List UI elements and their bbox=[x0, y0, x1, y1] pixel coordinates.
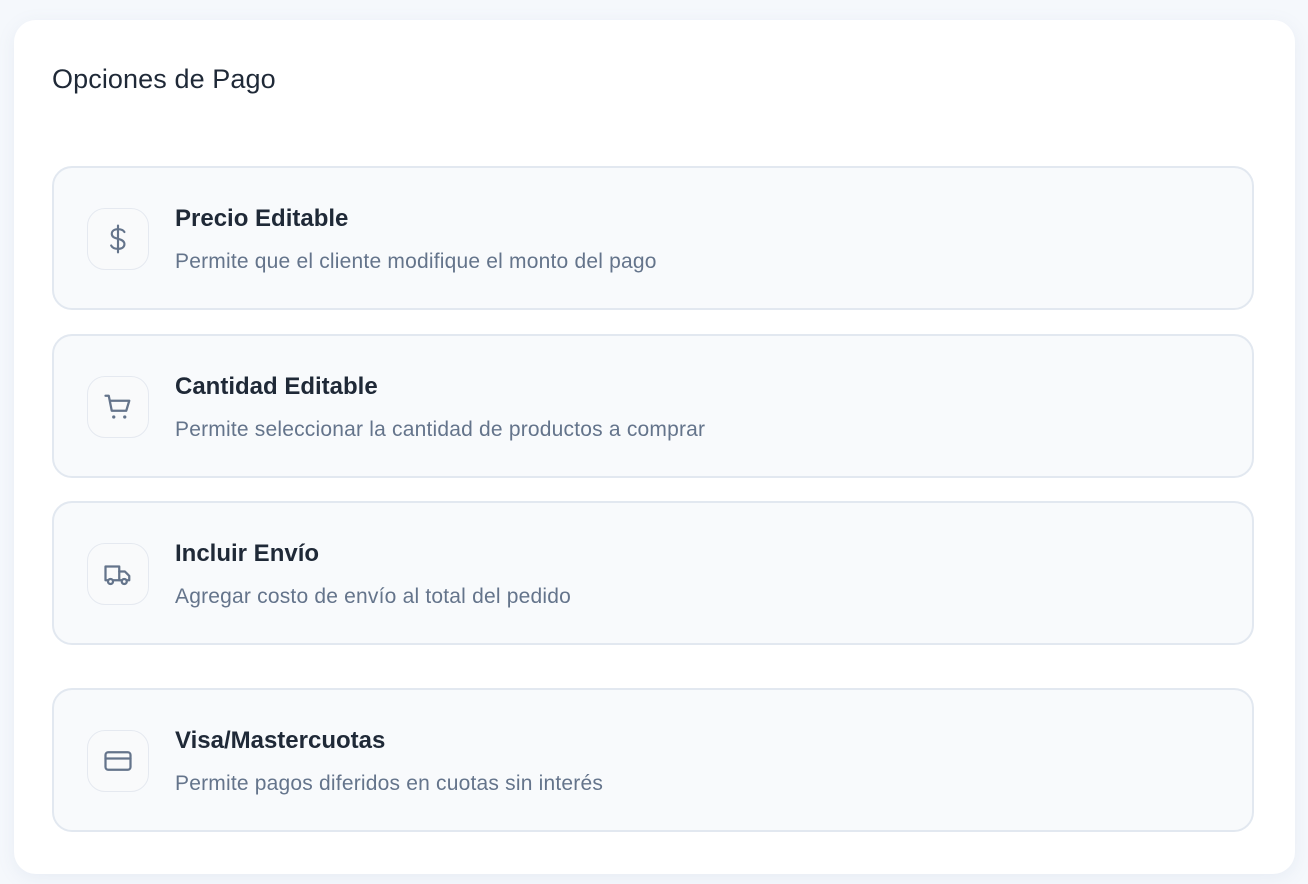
truck-icon bbox=[87, 543, 149, 605]
payment-options-card: Opciones de Pago Precio Editable Permite… bbox=[14, 20, 1295, 874]
option-title: Incluir Envío bbox=[175, 540, 320, 567]
option-description: Permite pagos diferidos en cuotas sin in… bbox=[175, 772, 604, 795]
page: Opciones de Pago Precio Editable Permite… bbox=[0, 0, 1308, 884]
option-description: Permite que el cliente modifique el mont… bbox=[175, 250, 657, 273]
option-cantidad-editable[interactable]: Cantidad Editable Permite seleccionar la… bbox=[52, 334, 1254, 478]
credit-card-icon bbox=[87, 730, 149, 792]
option-precio-editable[interactable]: Precio Editable Permite que el cliente m… bbox=[52, 166, 1254, 310]
dollar-icon bbox=[87, 208, 149, 270]
card-title: Opciones de Pago bbox=[52, 64, 276, 94]
option-title: Visa/Mastercuotas bbox=[175, 727, 386, 754]
option-visa-mastercuotas[interactable]: Visa/Mastercuotas Permite pagos diferido… bbox=[52, 688, 1254, 832]
option-title: Cantidad Editable bbox=[175, 373, 378, 400]
option-incluir-envio[interactable]: Incluir Envío Agregar costo de envío al … bbox=[52, 501, 1254, 645]
option-description: Agregar costo de envío al total del pedi… bbox=[175, 585, 571, 608]
option-title: Precio Editable bbox=[175, 205, 349, 232]
shopping-cart-icon bbox=[87, 376, 149, 438]
option-description: Permite seleccionar la cantidad de produ… bbox=[175, 418, 706, 441]
